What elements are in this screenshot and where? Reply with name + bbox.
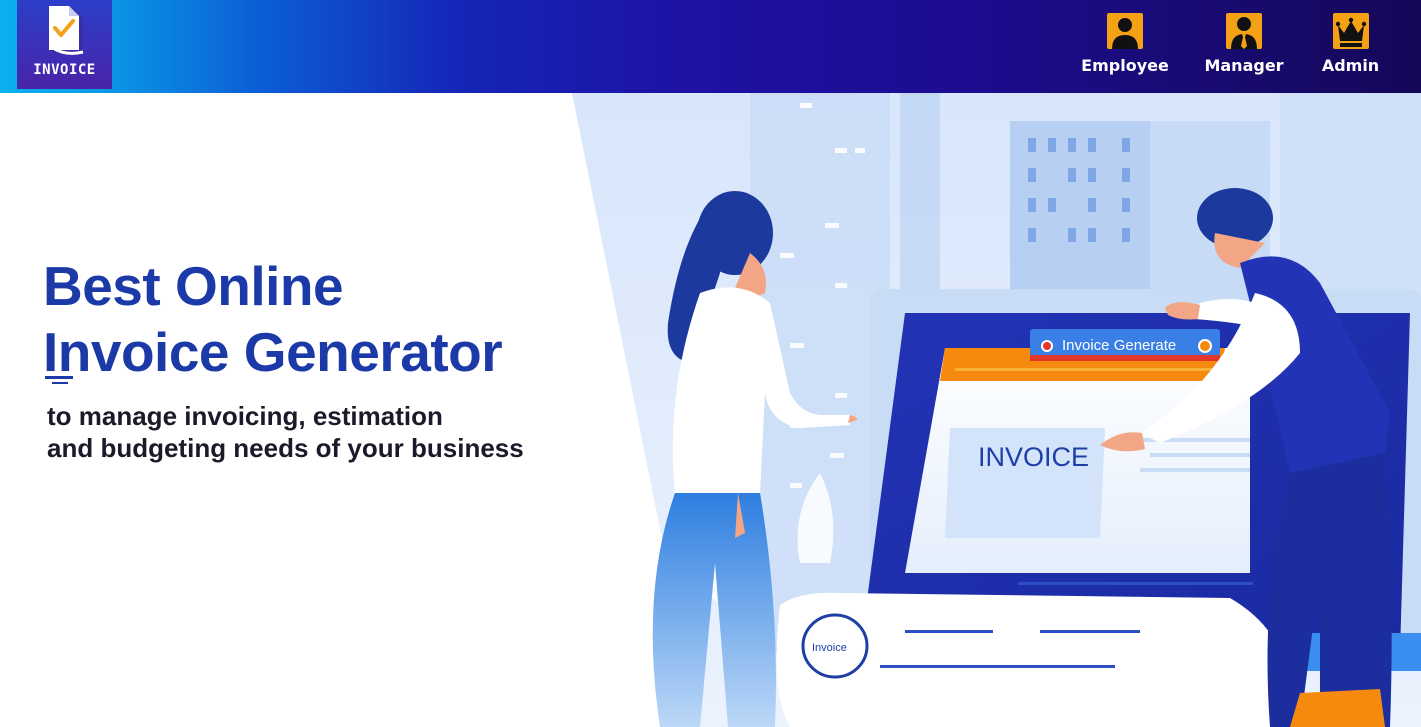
headline-underline — [45, 376, 73, 379]
logo-text: INVOICE — [33, 62, 96, 78]
manager-label: Manager — [1204, 56, 1284, 75]
headline-line-2: Invoice Generator — [43, 321, 503, 383]
headline-line-1: Best Online — [43, 255, 344, 317]
subheading-line-2: and budgeting needs of your business — [47, 433, 524, 463]
manager-login-link[interactable]: Manager — [1204, 13, 1284, 75]
crown-icon — [1332, 13, 1369, 49]
receipt-scroll — [776, 592, 1286, 727]
employee-login-link[interactable]: Employee — [1081, 13, 1169, 75]
hero-banner: Best Online Invoice Generator to manage … — [0, 93, 1421, 727]
employee-label: Employee — [1081, 56, 1169, 75]
illustration-document-title: INVOICE — [978, 442, 1090, 472]
admin-login-link[interactable]: Admin — [1321, 13, 1380, 75]
admin-label: Admin — [1321, 56, 1380, 75]
manager-tie-icon — [1226, 13, 1262, 49]
hero-headline: Best Online Invoice Generator — [43, 253, 503, 385]
document-check-icon — [48, 6, 83, 55]
illustration-banner-label: Invoice Generate — [1062, 337, 1177, 354]
subheading-line-1: to manage invoicing, estimation — [47, 401, 443, 431]
person-icon — [1107, 13, 1143, 49]
hero-subheading: to manage invoicing, estimation and budg… — [47, 400, 524, 464]
headline-underline-small — [52, 382, 68, 384]
top-navigation-bar: INVOICE Employee Manager Admin — [0, 0, 1421, 93]
invoice-logo[interactable]: INVOICE — [17, 0, 112, 89]
illustration-stamp-label: Invoice — [812, 642, 847, 654]
